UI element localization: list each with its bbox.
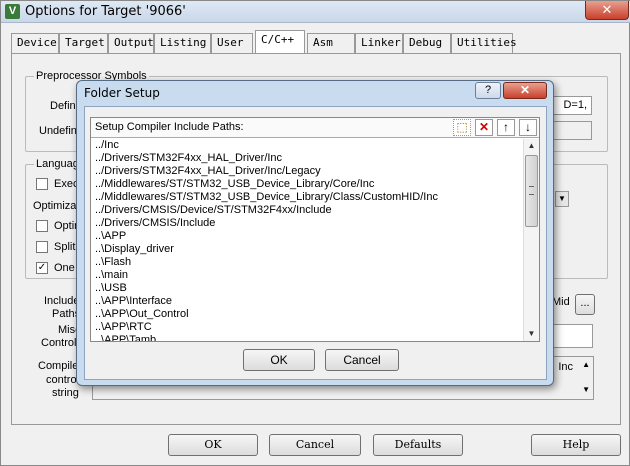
string-label: string — [52, 387, 79, 399]
path-list-item[interactable]: ../Drivers/STM32F4xx_HAL_Driver/Inc/Lega… — [91, 165, 523, 178]
dialog-body: Setup Compiler Include Paths: ⬚ ✕ ↑ ↓ ..… — [84, 106, 547, 380]
split-sections-label: Split — [54, 241, 76, 253]
tab-asm[interactable]: Asm — [307, 33, 355, 53]
execute-only-checkbox[interactable] — [36, 178, 48, 190]
paths-header: Setup Compiler Include Paths: ⬚ ✕ ↑ ↓ — [91, 118, 539, 138]
defaults-button[interactable]: Defaults — [373, 434, 463, 456]
scroll-thumb[interactable] — [525, 155, 538, 227]
optimize-time-checkbox[interactable] — [36, 220, 48, 232]
compiler-label: Compile — [38, 360, 79, 372]
path-list-item[interactable]: ..\APP — [91, 230, 523, 243]
close-window-button[interactable]: ✕ — [585, 1, 629, 20]
scroll-up-icon[interactable]: ▲ — [582, 360, 590, 369]
define-label: Defin — [50, 100, 76, 112]
path-list-item[interactable]: ..\APP\Tamb — [91, 334, 523, 341]
dialog-ok-button[interactable]: OK — [243, 349, 315, 371]
dialog-title: Folder Setup — [84, 86, 160, 100]
folder-setup-dialog: Folder Setup ? ✕ Setup Compiler Include … — [76, 80, 554, 386]
paths-list: ../Inc ../Drivers/STM32F4xx_HAL_Driver/In… — [91, 139, 523, 341]
path-list-item[interactable]: ..\main — [91, 269, 523, 282]
dropdown-arrow-icon[interactable]: ▼ — [555, 191, 569, 207]
tab-output[interactable]: Output — [108, 33, 154, 53]
one-elf-label: One — [54, 262, 75, 274]
window-title: Options for Target '9066' — [25, 4, 186, 19]
define-value: D=1, — [563, 99, 587, 111]
move-up-icon[interactable]: ↑ — [497, 119, 515, 136]
paths-scrollbar[interactable]: ▲ ▼ — [523, 139, 539, 341]
inc-label: Inc — [558, 361, 573, 373]
new-folder-icon[interactable]: ⬚ — [453, 119, 471, 136]
tab-utilities[interactable]: Utilities — [451, 33, 517, 53]
scroll-down-icon[interactable]: ▼ — [582, 385, 590, 394]
path-list-item[interactable]: ..\Display_driver — [91, 243, 523, 256]
help-icon: ? — [484, 84, 492, 96]
close-icon: ✕ — [601, 2, 613, 17]
path-list-item[interactable]: ../Drivers/CMSIS/Device/ST/STM32F4xx/Inc… — [91, 204, 523, 217]
path-list-item[interactable]: ../Drivers/STM32F4xx_HAL_Driver/Inc — [91, 152, 523, 165]
path-list-item[interactable]: ..\APP\Out_Control — [91, 308, 523, 321]
include-label: Include — [44, 295, 80, 307]
path-list-item[interactable]: ../Middlewares/ST/STM32_USB_Device_Libra… — [91, 178, 523, 191]
path-list-item[interactable]: ../Middlewares/ST/STM32_USB_Device_Libra… — [91, 191, 523, 204]
paths-header-label: Setup Compiler Include Paths: — [95, 121, 244, 133]
tab-listing[interactable]: Listing — [154, 33, 211, 53]
browse-include-paths-button[interactable]: ... — [575, 294, 595, 315]
move-down-icon[interactable]: ↓ — [519, 119, 537, 136]
tab-device[interactable]: Device — [11, 33, 59, 53]
ok-button[interactable]: OK — [168, 434, 258, 456]
scroll-grip-icon — [529, 186, 534, 195]
close-icon: ✕ — [519, 83, 531, 97]
control-label: contro — [46, 374, 77, 386]
mid-label: Mid — [552, 296, 570, 308]
include-paths-listbox: Setup Compiler Include Paths: ⬚ ✕ ↑ ↓ ..… — [90, 117, 540, 342]
one-elf-checkbox[interactable]: ✓ — [36, 262, 48, 274]
delete-icon[interactable]: ✕ — [475, 119, 493, 136]
path-list-item[interactable]: ../Drivers/CMSIS/Include — [91, 217, 523, 230]
help-button[interactable]: Help — [531, 434, 621, 456]
misc-controls-field[interactable] — [552, 324, 593, 348]
include-paths-tail: Mid — [552, 294, 576, 313]
dialog-close-button[interactable]: ✕ — [503, 82, 547, 99]
title-bar[interactable]: V Options for Target '9066' ✕ — [1, 1, 630, 23]
scroll-up-icon[interactable]: ▲ — [524, 139, 539, 153]
dialog-cancel-button[interactable]: Cancel — [325, 349, 399, 371]
keil-app-icon: V — [5, 4, 20, 19]
tab-c-cpp[interactable]: C/C++ — [255, 30, 305, 53]
optimize-time-label: Optir — [54, 220, 78, 232]
scroll-down-icon[interactable]: ▼ — [524, 327, 539, 341]
path-list-item[interactable]: ../Inc — [91, 139, 523, 152]
path-list-item[interactable]: ..\USB — [91, 282, 523, 295]
language-group-label: Languag — [34, 158, 81, 170]
split-sections-checkbox[interactable] — [36, 241, 48, 253]
check-mark-icon: ✓ — [37, 262, 47, 273]
path-list-item[interactable]: ..\Flash — [91, 256, 523, 269]
undefine-label: Undefin — [39, 125, 77, 137]
tab-linker[interactable]: Linker — [355, 33, 403, 53]
optimization-label: Optimizat — [33, 200, 80, 212]
path-list-item[interactable]: ..\APP\RTC — [91, 321, 523, 334]
tab-target[interactable]: Target — [59, 33, 108, 53]
cancel-button[interactable]: Cancel — [269, 434, 361, 456]
dialog-help-button[interactable]: ? — [475, 82, 501, 99]
path-list-item[interactable]: ..\APP\Interface — [91, 295, 523, 308]
execute-only-label: Exec — [54, 178, 79, 190]
tab-debug[interactable]: Debug — [403, 33, 451, 53]
tab-user[interactable]: User — [211, 33, 253, 53]
